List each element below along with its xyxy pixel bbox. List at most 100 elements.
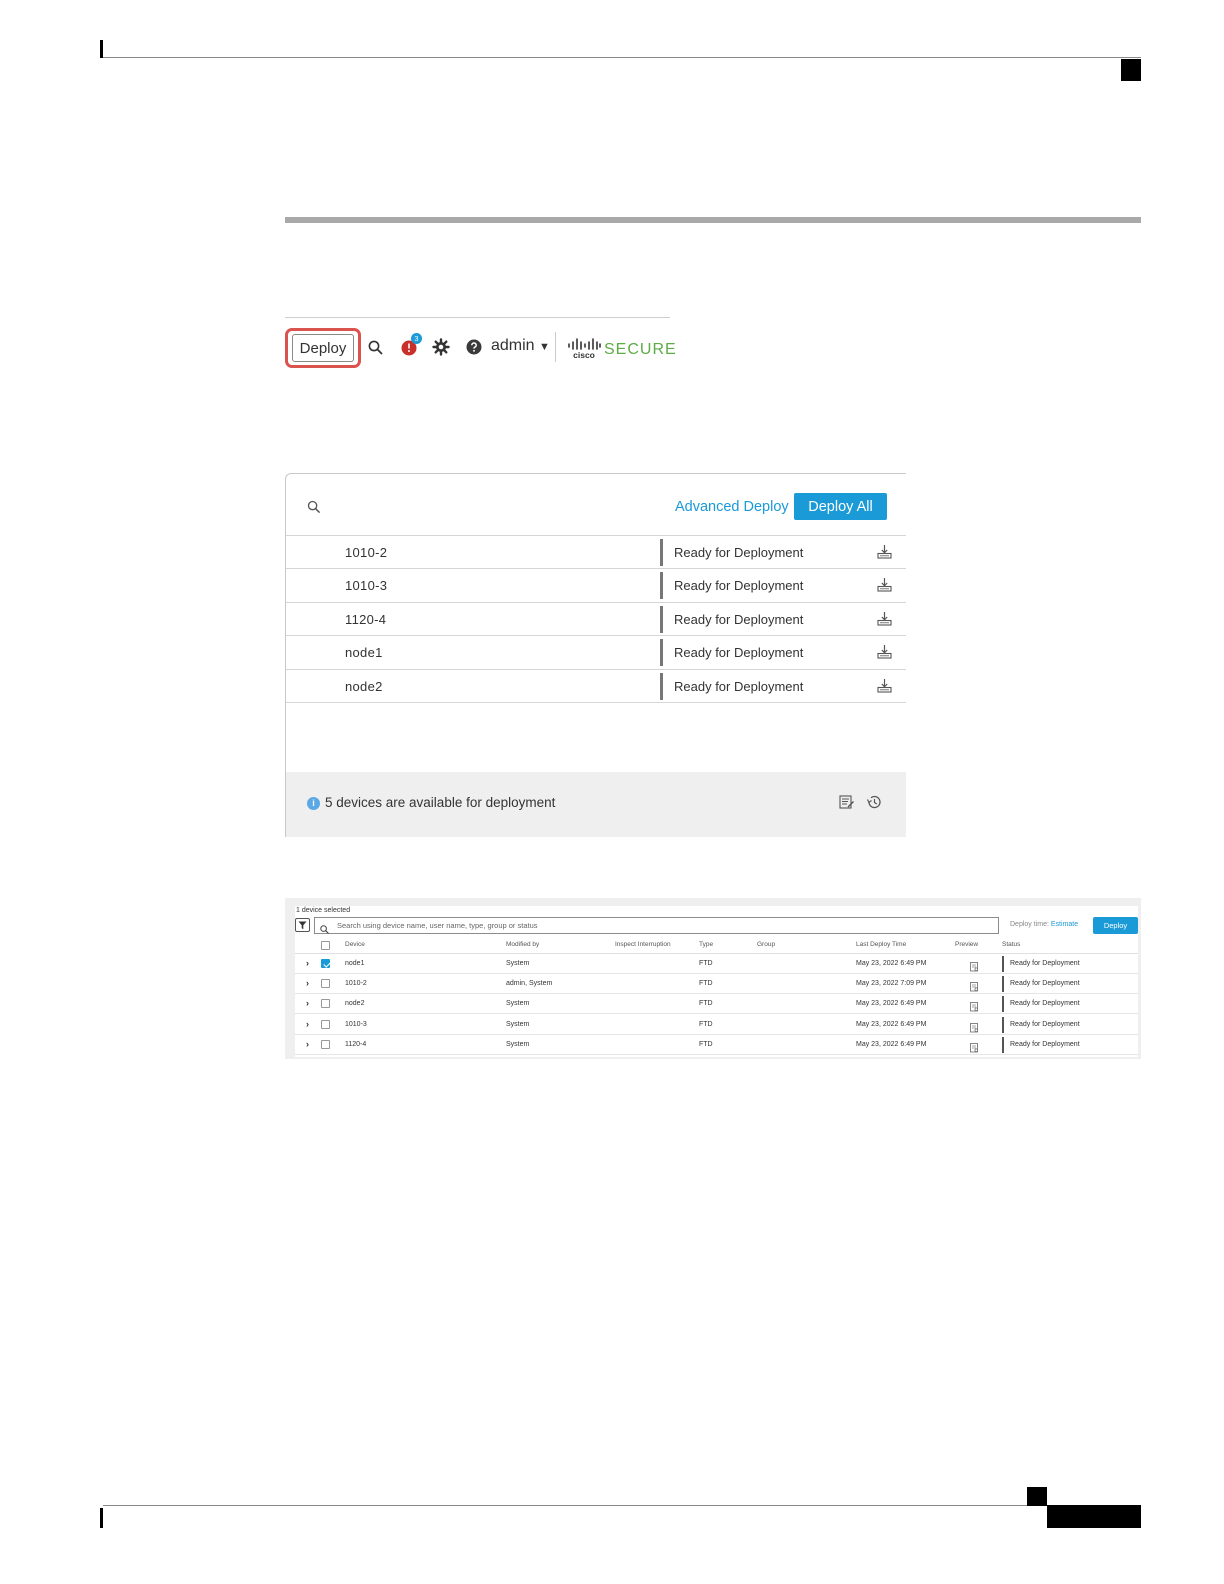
search-icon[interactable] [307, 500, 321, 519]
device-list: 1010-2 Ready for Deployment 1010-3 Ready… [286, 535, 906, 703]
deploy-button[interactable]: Deploy [1093, 917, 1138, 934]
row-checkbox[interactable] [321, 1019, 330, 1029]
expand-chevron-icon[interactable]: › [306, 1039, 309, 1049]
selection-count: 1 device selected [296, 907, 351, 914]
toolbar-top-border [285, 317, 670, 318]
toolbar-divider [555, 332, 556, 362]
user-menu[interactable]: admin ▼ [491, 337, 550, 355]
status-divider [1002, 956, 1004, 972]
settings-gear-icon[interactable] [432, 338, 450, 356]
advanced-deploy-link[interactable]: Advanced Deploy [675, 499, 789, 515]
deploy-button-label: Deploy [292, 334, 354, 362]
expand-chevron-icon[interactable]: › [306, 998, 309, 1008]
column-header-inspect-interruption[interactable]: Inspect Interruption [615, 941, 671, 948]
device-status: Ready for Deployment [1010, 1040, 1080, 1048]
status-divider [1002, 976, 1004, 993]
row-checkbox[interactable] [321, 1039, 330, 1049]
status-divider [660, 639, 663, 667]
list-item[interactable]: 1120-4 Ready for Deployment [286, 603, 906, 637]
search-icon[interactable] [367, 339, 383, 355]
expand-chevron-icon[interactable]: › [306, 958, 309, 968]
row-checkbox[interactable] [321, 979, 330, 989]
modified-by: System [506, 1020, 530, 1028]
deploy-device-icon[interactable] [877, 611, 892, 631]
status-divider [660, 539, 663, 566]
device-name: node2 [345, 678, 383, 694]
table-row[interactable]: › 1120-4 System FTD May 23, 2022 6:49 PM Read… [295, 1035, 1138, 1055]
search-input[interactable] [337, 919, 987, 932]
list-item[interactable]: 1010-2 Ready for Deployment [286, 536, 906, 570]
preview-icon[interactable] [970, 1040, 979, 1058]
info-icon: i [307, 797, 320, 810]
device-type: FTD [699, 1020, 713, 1028]
column-header-type[interactable]: Type [699, 941, 713, 948]
last-deploy-time: May 23, 2022 6:49 PM [856, 960, 927, 967]
row-checkbox[interactable] [321, 959, 330, 968]
column-header-status[interactable]: Status [1002, 941, 1020, 948]
device-name: 1120-4 [345, 1040, 367, 1048]
status-divider [1002, 1036, 1004, 1053]
page-corner-mark [100, 40, 103, 58]
deploy-device-icon[interactable] [877, 678, 892, 698]
row-checkbox[interactable] [321, 999, 330, 1009]
device-type: FTD [699, 980, 713, 988]
device-name: node1 [345, 960, 365, 967]
table-row[interactable]: › 1010-3 System FTD May 23, 2022 6:49 PM Read… [295, 1015, 1138, 1035]
list-item[interactable]: 1010-3 Ready for Deployment [286, 569, 906, 603]
deploy-device-icon[interactable] [877, 544, 892, 564]
device-status: Ready for Deployment [674, 545, 804, 560]
list-item[interactable]: node2 Ready for Deployment [286, 670, 906, 703]
estimate-link[interactable]: Estimate [1051, 921, 1078, 928]
status-divider [660, 605, 663, 633]
device-type: FTD [699, 1040, 713, 1048]
header-toolbar: Deploy 3 admin ▼ cisco SECURE [285, 326, 676, 370]
device-name: 1120-4 [345, 611, 387, 627]
help-icon[interactable] [466, 339, 482, 355]
deploy-time-label: Deploy time: [1010, 921, 1049, 928]
device-status: Ready for Deployment [1010, 980, 1080, 988]
expand-chevron-icon[interactable]: › [306, 978, 309, 988]
expand-chevron-icon[interactable]: › [306, 1019, 309, 1029]
column-header-preview[interactable]: Preview [955, 941, 978, 948]
column-header-device[interactable]: Device [345, 941, 365, 948]
page-tab-mark [1121, 59, 1141, 81]
list-item[interactable]: node1 Ready for Deployment [286, 636, 906, 670]
column-header-group[interactable]: Group [757, 941, 775, 948]
device-status: Ready for Deployment [674, 611, 804, 627]
deploy-device-icon[interactable] [877, 577, 892, 597]
select-all-checkbox[interactable] [321, 941, 330, 950]
deployment-history-icon[interactable] [866, 794, 882, 815]
header-rule [103, 57, 1141, 58]
notifications-icon[interactable]: 3 [399, 333, 423, 358]
deploy-time: Deploy time: Estimate [1010, 921, 1078, 928]
footer-rule [103, 1505, 1047, 1506]
deploy-popup: Advanced Deploy Deploy All 1010-2 Ready … [285, 473, 906, 837]
last-deploy-time: May 23, 2022 6:49 PM [856, 1020, 927, 1028]
deploy-device-icon[interactable] [877, 644, 892, 664]
table-header: Device Modified by Inspect Interruption … [295, 937, 1138, 954]
deploy-menu-button[interactable]: Deploy [285, 328, 361, 368]
column-header-last-deploy-time[interactable]: Last Deploy Time [856, 941, 906, 948]
device-name: 1010-3 [345, 1020, 367, 1028]
device-type: FTD [699, 1000, 713, 1008]
device-name: node2 [345, 1000, 365, 1008]
status-divider [660, 572, 663, 600]
table-row[interactable]: › 1010-2 admin, System FTD May 23, 2022 7:09… [295, 974, 1138, 995]
deployment-notes-icon[interactable] [839, 794, 855, 815]
svg-text:cisco: cisco [573, 350, 595, 359]
device-status: Ready for Deployment [1010, 1000, 1080, 1008]
column-header-modified-by[interactable]: Modified by [506, 941, 539, 948]
search-field[interactable] [314, 917, 999, 934]
notification-count-badge: 3 [411, 333, 422, 344]
filter-button[interactable] [295, 918, 310, 932]
device-status: Ready for Deployment [674, 678, 804, 694]
section-rule [285, 217, 1141, 223]
status-divider [1002, 1016, 1004, 1033]
footer-corner-mark [100, 1508, 103, 1528]
deploy-all-button[interactable]: Deploy All [794, 493, 887, 520]
modified-by: System [506, 1040, 530, 1048]
table-row[interactable]: › node2 System FTD May 23, 2022 6:49 PM Ready… [295, 994, 1138, 1015]
chevron-down-icon: ▼ [539, 341, 550, 353]
table-row[interactable]: › node1 System FTD May 23, 2022 6:49 PM Ready… [295, 954, 1138, 974]
availability-message: 5 devices are available for deployment [325, 795, 556, 810]
